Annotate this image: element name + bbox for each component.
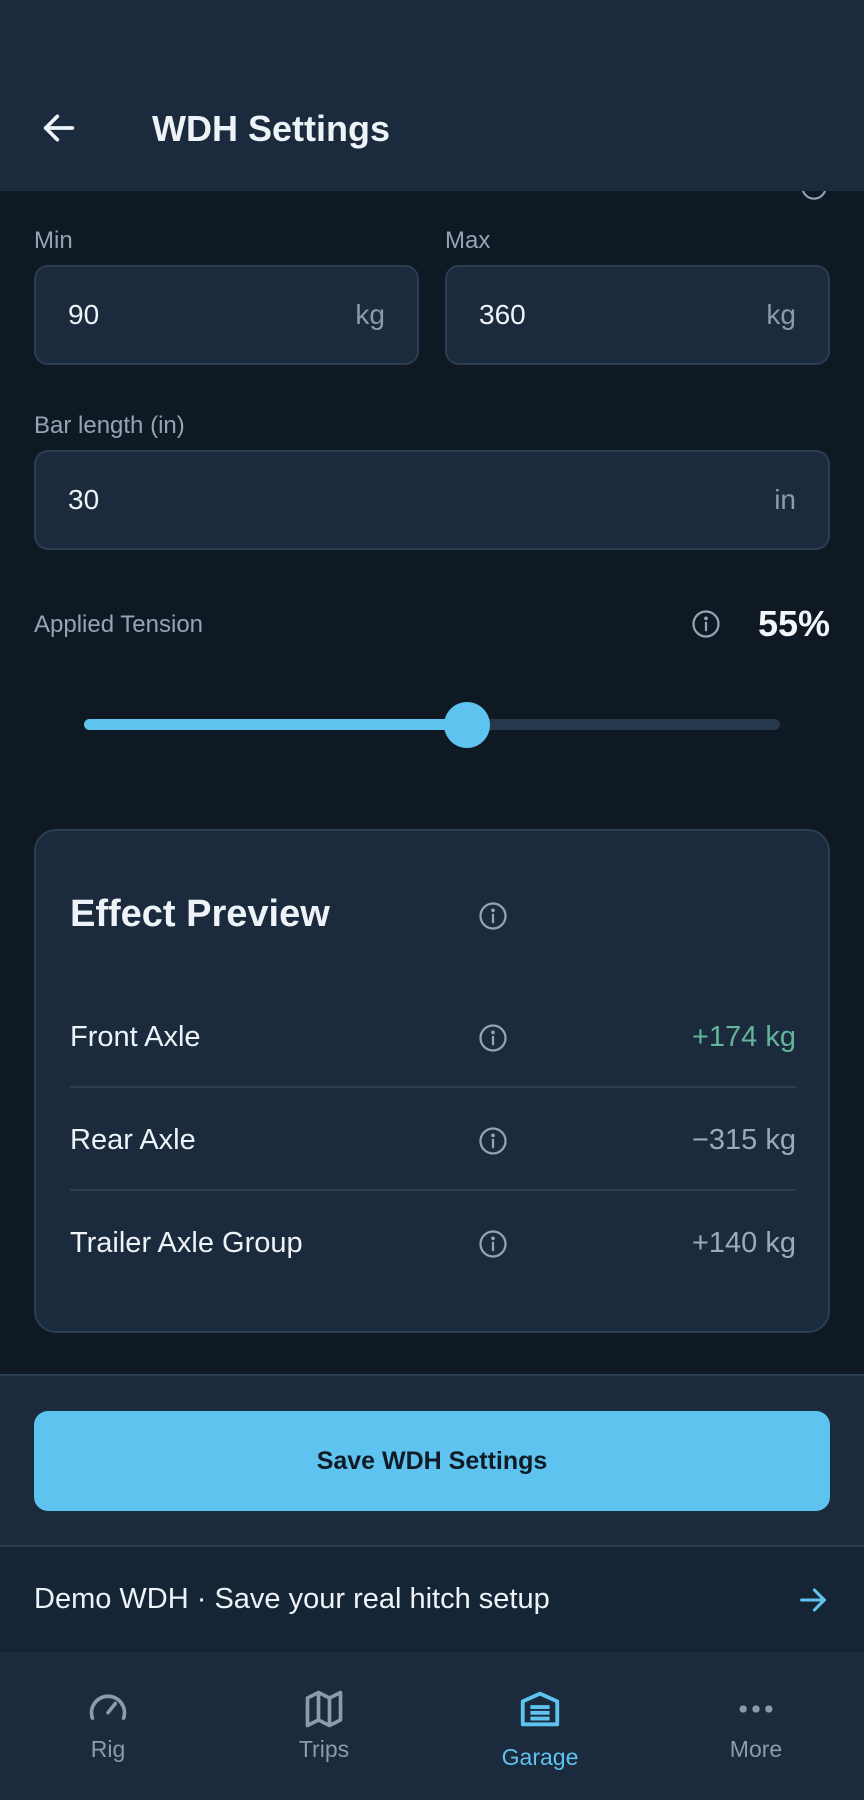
tension-slider[interactable] (84, 695, 780, 755)
nav-item-more[interactable]: More (648, 1652, 864, 1800)
effect-row-trailer-axle-group: Trailer Axle Group +140 kg (70, 1191, 796, 1294)
min-label: Min (34, 227, 73, 254)
effect-row-front-axle: Front Axle +174 kg (70, 985, 796, 1088)
effect-row-rear-axle: Rear Axle −315 kg (70, 1088, 796, 1191)
nav-label: Trips (298, 1736, 350, 1762)
nav-item-trips[interactable]: Trips (216, 1652, 432, 1800)
nav-label: Rig (90, 1736, 126, 1762)
max-capacity-value: 360 (479, 299, 526, 330)
effect-row-label: Rear Axle (70, 1124, 196, 1156)
nav-label: Garage (501, 1744, 579, 1770)
slider-thumb[interactable] (443, 702, 490, 748)
slider-fill (84, 719, 467, 730)
bar-length-unit: in (774, 484, 796, 515)
gauge-icon (89, 1694, 127, 1720)
applied-tension-value: 55% (757, 603, 830, 644)
effect-row-value: −315 kg (691, 1124, 796, 1156)
front-axle-info-icon[interactable] (478, 1023, 508, 1058)
effect-row-value: +174 kg (691, 1021, 796, 1053)
bar-length-label: Bar length (in) (34, 412, 185, 439)
nav-item-rig[interactable]: Rig (0, 1652, 216, 1800)
effect-preview-card: Effect Preview Front Axle +174 kg Rear A… (34, 829, 830, 1333)
max-label: Max (445, 227, 491, 254)
max-capacity-unit: kg (766, 299, 796, 330)
trailer-axle-info-icon[interactable] (478, 1229, 508, 1264)
min-capacity-input[interactable]: 90 kg (34, 265, 419, 365)
back-button[interactable] (34, 103, 84, 153)
demo-banner[interactable]: Demo WDH · Save your real hitch setup (0, 1545, 864, 1652)
tension-info-icon[interactable] (691, 609, 721, 644)
demo-banner-text: Demo WDH · Save your real hitch setup (34, 1583, 550, 1615)
top-app-bar: WDH Settings (0, 0, 864, 191)
rear-axle-info-icon[interactable] (478, 1126, 508, 1161)
bar-length-value: 30 (68, 484, 100, 515)
min-capacity-value: 90 (68, 299, 100, 330)
arrow-right-icon (800, 1588, 826, 1611)
effect-row-label: Trailer Axle Group (70, 1227, 303, 1259)
max-capacity-input[interactable]: 360 kg (445, 265, 830, 365)
nav-item-garage[interactable]: Garage (432, 1652, 648, 1800)
page-title: WDH Settings (152, 108, 390, 149)
bar-length-input[interactable]: 30 in (34, 450, 830, 550)
effect-row-value: +140 kg (691, 1227, 796, 1259)
effect-row-label: Front Axle (70, 1021, 201, 1053)
map-icon (305, 1690, 343, 1728)
bottom-navigation: Rig Trips Garage More (0, 1652, 864, 1800)
nav-label: More (729, 1736, 783, 1762)
garage-icon (520, 1691, 560, 1727)
settings-content[interactable]: Min 90 kg Max 360 kg Bar length (in) 30 … (0, 191, 864, 1374)
arrow-left-icon (43, 114, 75, 142)
more-dots-icon (739, 1705, 773, 1713)
save-action-area: Save WDH Settings (0, 1374, 864, 1545)
effect-preview-info-icon[interactable] (478, 901, 508, 936)
min-capacity-unit: kg (355, 299, 385, 330)
info-icon (800, 191, 828, 206)
applied-tension-label: Applied Tension (34, 611, 204, 638)
effect-preview-title: Effect Preview (70, 893, 330, 935)
save-wdh-settings-button[interactable]: Save WDH Settings (34, 1411, 830, 1511)
